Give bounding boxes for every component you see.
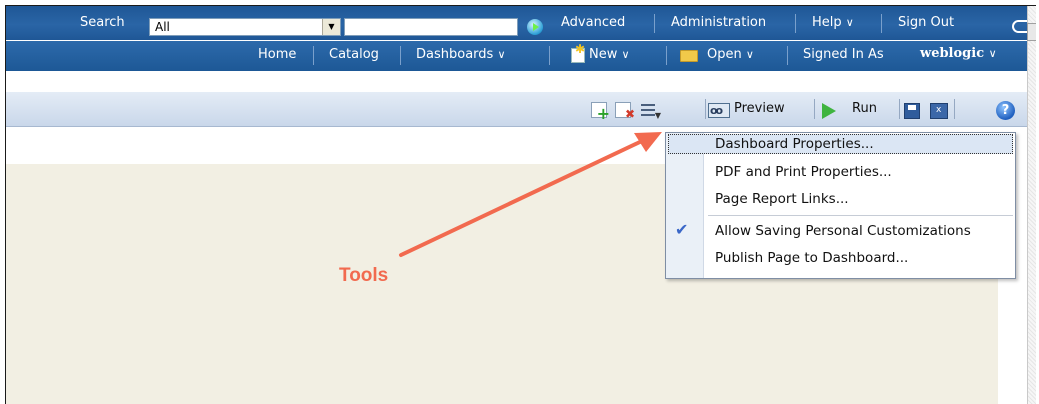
- app-window: Search All ▼ Advanced Administration Hel…: [5, 5, 1036, 404]
- tools-annotation-label: Tools: [339, 265, 389, 286]
- annotation-arrow: [399, 132, 662, 257]
